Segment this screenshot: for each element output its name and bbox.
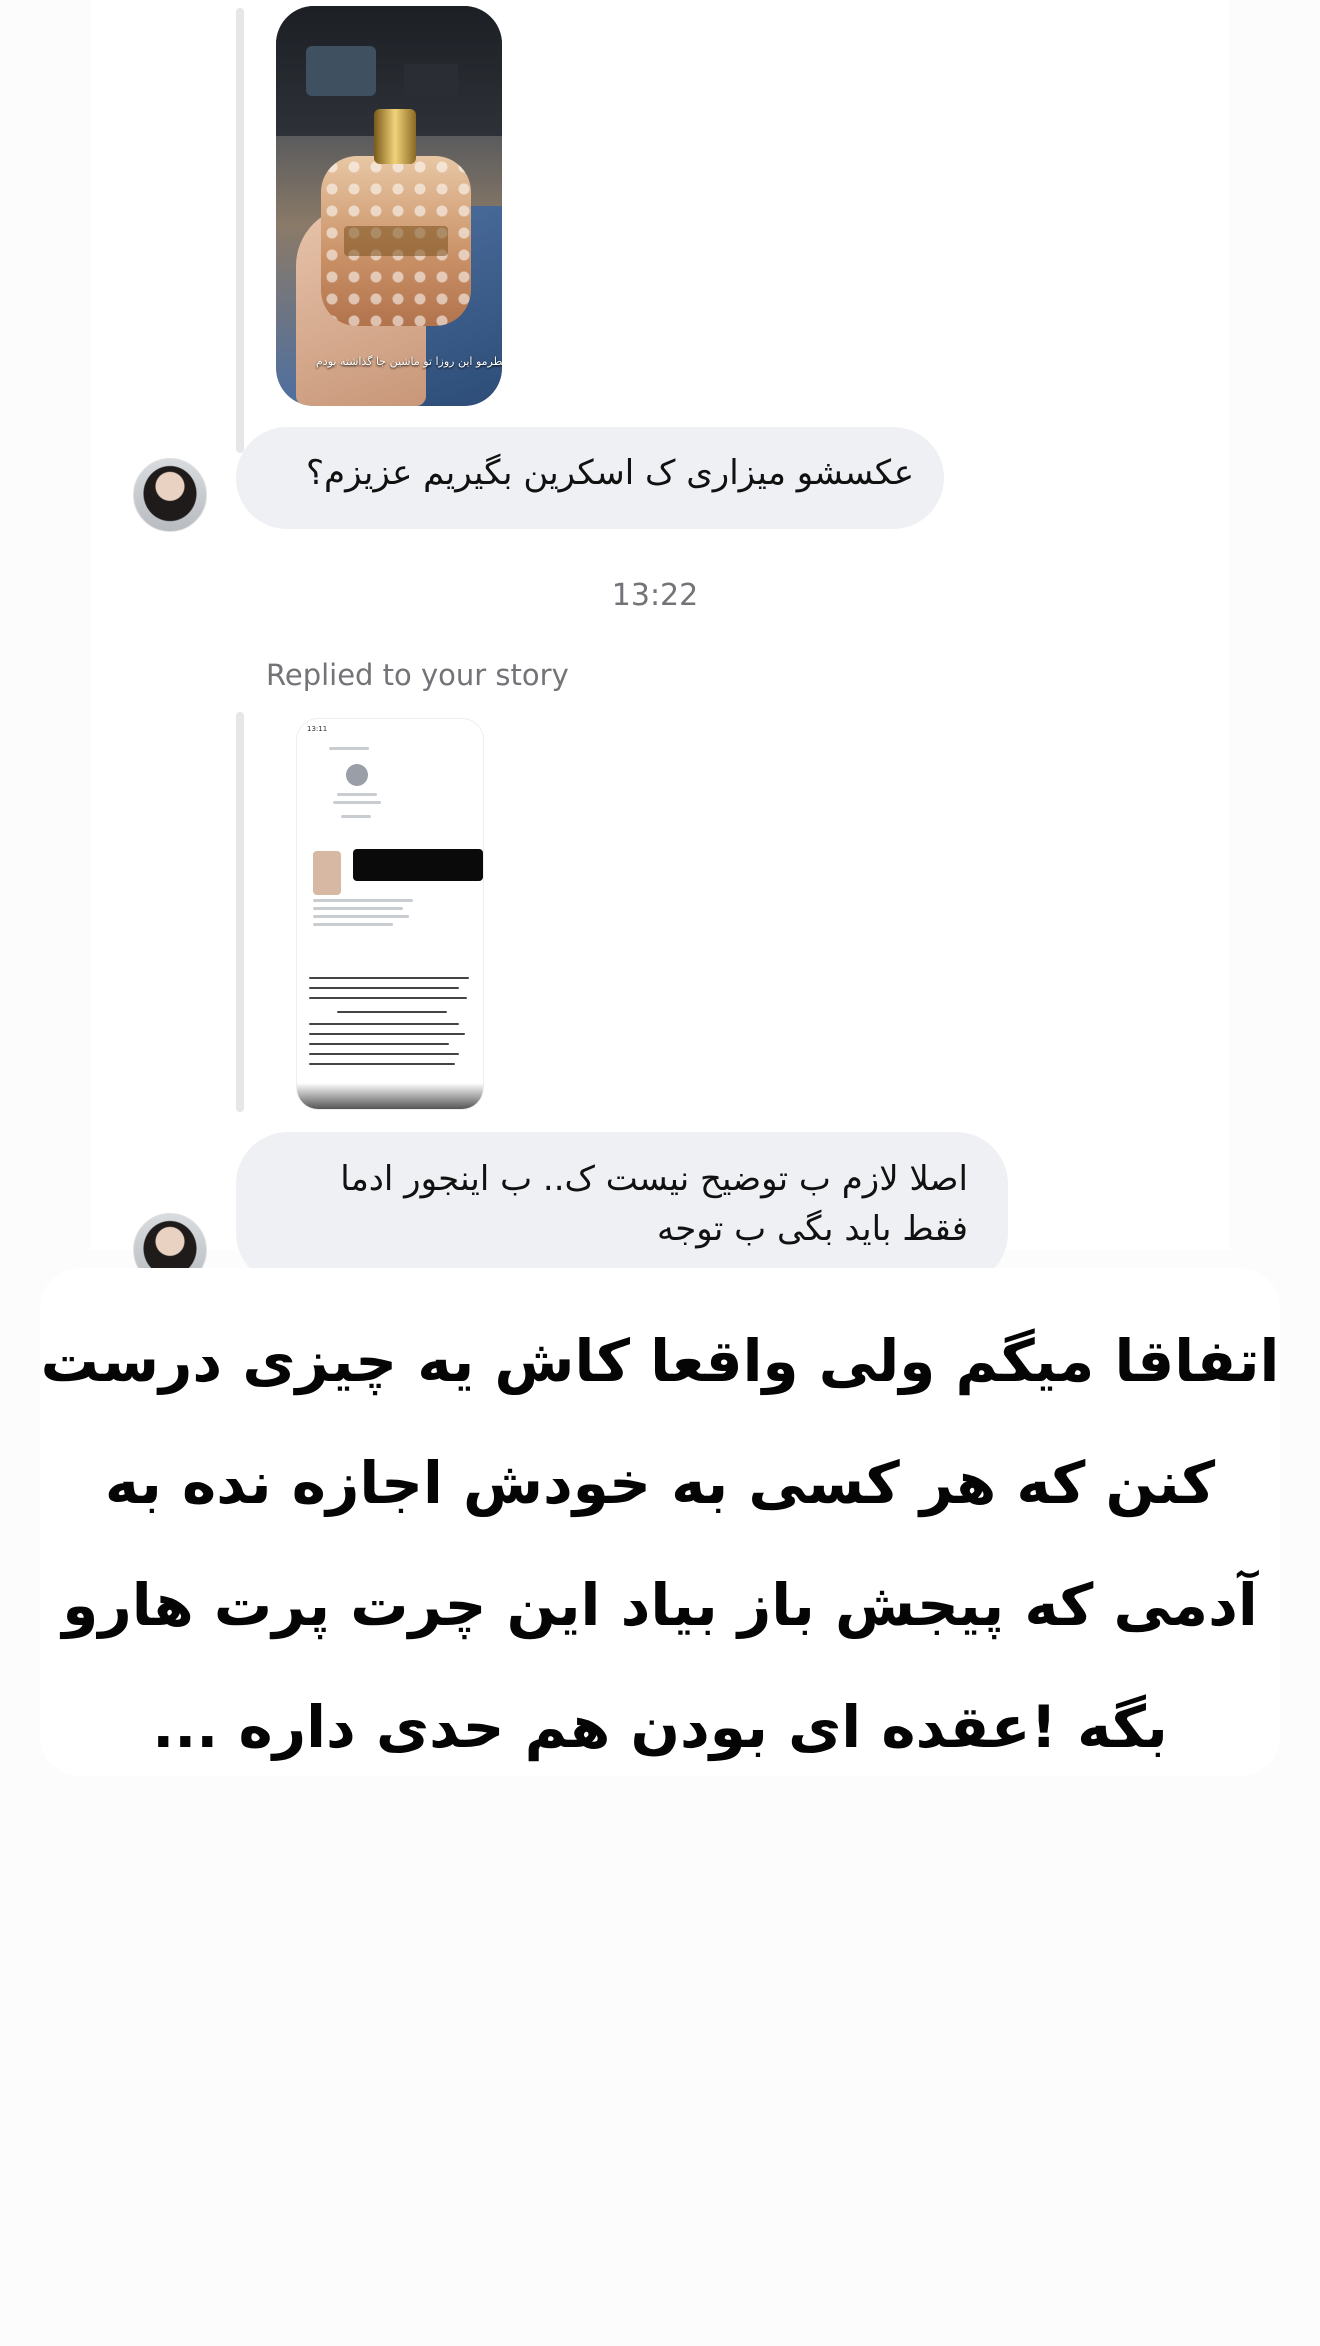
perfume-cap [374, 109, 416, 164]
message-text-line: فقط باید بگی ب توجه [657, 1209, 968, 1249]
story-caption: عطرمو این روزا تو ماشین جا گذاشته بودم [316, 355, 502, 368]
chat-thread [90, 0, 1230, 1250]
caption-line: اتفاقا میگم ولی واقعا کاش یه چیزی درست [40, 1327, 1280, 1395]
thumb-avatar [346, 764, 368, 786]
bottle-label [344, 226, 448, 256]
replied-to-story-label: Replied to your story [266, 658, 569, 692]
timestamp: 13:22 [611, 578, 699, 613]
caption-line: آدمی که پیجش باز بیاد این چرت پرت هارو [62, 1571, 1258, 1639]
message-bubble[interactable]: عکسشو میزاری ک اسکرین بگیریم عزیزم؟ [236, 427, 944, 529]
overlay-caption: اتفاقا میگم ولی واقعا کاش یه چیزی درست ک… [0, 1300, 1320, 1788]
thumb-baby-photo [313, 851, 341, 895]
reply-indicator-bar [236, 8, 244, 453]
thumb-status-time: 13:11 [307, 725, 328, 733]
reply-indicator-bar [236, 712, 244, 1112]
sender-avatar[interactable] [133, 458, 207, 532]
story-screenshot-thumbnail[interactable]: 13:11 [296, 718, 484, 1110]
message-text: عکسشو میزاری ک اسکرین بگیریم عزیزم؟ [306, 453, 914, 493]
story-photo-perfume[interactable]: عطرمو این روزا تو ماشین جا گذاشته بودم [276, 6, 502, 406]
message-bubble[interactable]: اصلا لازم ب توضیح نیست ک.. ب اینجور ادما… [236, 1132, 1008, 1285]
caption-line: بگه !عقده ای بودن هم حدی داره ... [152, 1693, 1168, 1761]
caption-line: کنن که هر کسی به خودش اجازه نده به [104, 1449, 1216, 1517]
thumb-sticker [353, 849, 483, 881]
message-text-line: اصلا لازم ب توضیح نیست ک.. ب اینجور ادما [340, 1159, 968, 1199]
